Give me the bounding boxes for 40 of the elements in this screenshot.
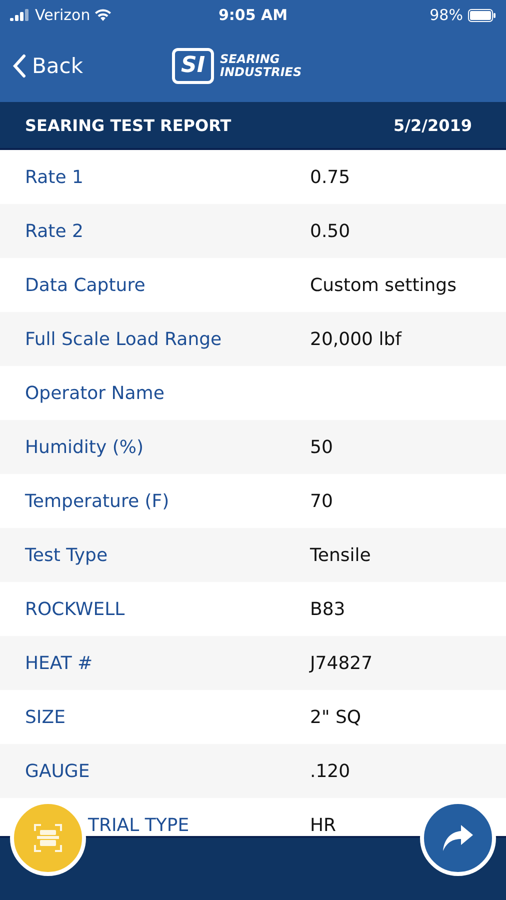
field-label: HEAT # bbox=[24, 652, 94, 674]
logo-mark: SI bbox=[172, 48, 214, 84]
field-label: ROCKWELL bbox=[24, 598, 126, 620]
field-value: Custom settings bbox=[310, 274, 456, 296]
wifi-icon bbox=[95, 9, 112, 21]
carrier-name: Verizon bbox=[35, 6, 90, 24]
field-value: .120 bbox=[310, 760, 350, 782]
field-label: GAUGE bbox=[24, 760, 91, 782]
field-value: 2" SQ bbox=[310, 706, 362, 728]
logo-text: SEARING bbox=[220, 53, 281, 66]
field-value: Tensile bbox=[310, 544, 371, 566]
field-value: J74827 bbox=[310, 652, 373, 674]
scan-icon bbox=[33, 823, 63, 853]
field-label: TRIAL TYPE bbox=[87, 814, 190, 836]
back-button[interactable]: Back bbox=[12, 54, 172, 78]
battery-percent: 98% bbox=[430, 6, 463, 24]
field-label: SIZE bbox=[24, 706, 66, 728]
field-value: 70 bbox=[310, 490, 333, 512]
signal-icon bbox=[10, 9, 30, 21]
field-label: Data Capture bbox=[24, 274, 146, 296]
field-value: 20,000 lbf bbox=[310, 328, 402, 350]
field-value: B83 bbox=[310, 598, 346, 620]
share-icon bbox=[441, 823, 475, 853]
report-title: SEARING TEST REPORT bbox=[25, 116, 232, 134]
logo-text: INDUSTRIES bbox=[220, 66, 302, 79]
field-label: Temperature (F) bbox=[24, 490, 170, 512]
field-value: 50 bbox=[310, 436, 333, 458]
field-label: Operator Name bbox=[24, 382, 166, 404]
report-date: 5/2/2019 bbox=[394, 116, 472, 134]
field-value: HR bbox=[310, 814, 336, 836]
battery-icon bbox=[468, 8, 496, 22]
clock-time: 9:05 AM bbox=[218, 6, 288, 24]
field-value: 0.75 bbox=[310, 166, 350, 188]
field-label: Rate 2 bbox=[24, 220, 84, 242]
field-label: Humidity (%) bbox=[24, 436, 144, 458]
field-label: Rate 1 bbox=[24, 166, 84, 188]
field-label: Test Type bbox=[24, 544, 109, 566]
field-label: Full Scale Load Range bbox=[24, 328, 223, 350]
field-value: 0.50 bbox=[310, 220, 350, 242]
chevron-left-icon bbox=[12, 54, 26, 78]
